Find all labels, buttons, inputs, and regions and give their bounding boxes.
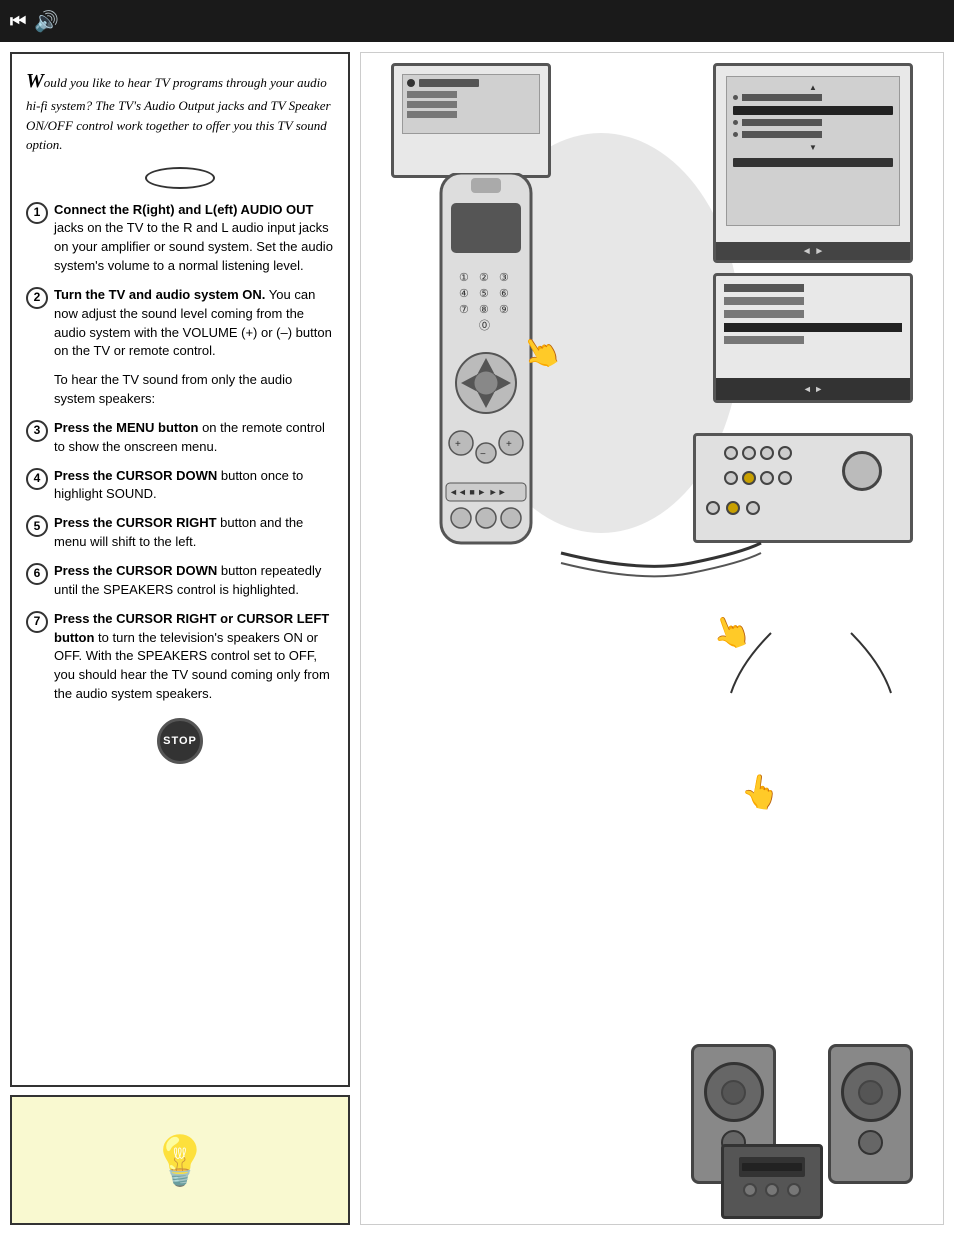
speaker-circle-left: [704, 1062, 764, 1122]
svg-text:②: ②: [479, 272, 489, 284]
speaker-tweeter-right: [858, 1130, 883, 1155]
svg-text:④: ④: [459, 288, 469, 300]
drop-cap: W: [26, 70, 44, 92]
menu-dot-2: [733, 120, 738, 125]
step-text-3: Press the MENU button on the remote cont…: [54, 419, 334, 457]
step-text-4: Press the CURSOR DOWN button once to hig…: [54, 467, 334, 505]
speaker-inner-left: [721, 1080, 746, 1105]
tip-box: 💡: [10, 1095, 350, 1225]
right-panel: ▲ ▼: [360, 52, 944, 1225]
tv-screen-1: [391, 63, 551, 178]
step-num-2: 2: [26, 287, 48, 309]
hand-indicator-3: 👆: [738, 770, 784, 814]
svg-text:③: ③: [499, 272, 509, 284]
step-num-6: 6: [26, 563, 48, 585]
menu-arrow-up: ▲: [733, 83, 893, 92]
header-bar: ⏮ 🔊: [0, 0, 954, 42]
step-num-3: 3: [26, 420, 48, 442]
av-receiver: [693, 433, 913, 543]
step-1: 1 Connect the R(ight) and L(eft) AUDIO O…: [26, 201, 334, 276]
step-body-7: to turn the television's speakers ON or …: [54, 630, 330, 702]
step-bold-3: Press the MENU button: [54, 420, 198, 435]
svg-text:⑤: ⑤: [479, 288, 489, 300]
step-num-7: 7: [26, 611, 48, 633]
tv-screen-3: ◄ ►: [713, 273, 913, 403]
step-text-7: Press the CURSOR RIGHT or CURSOR LEFT bu…: [54, 610, 334, 704]
step-text-2: Turn the TV and audio system ON. You can…: [54, 286, 334, 361]
step-6: 6 Press the CURSOR DOWN button repeatedl…: [26, 562, 334, 600]
tv-screen-2: ▲ ▼: [713, 63, 913, 263]
step-num-4: 4: [26, 468, 48, 490]
left-panel: Would you like to hear TV programs throu…: [10, 52, 350, 1225]
menu-dot-1: [733, 95, 738, 100]
svg-text:⑥: ⑥: [499, 288, 509, 300]
svg-text:⑦: ⑦: [459, 304, 469, 316]
step-5: 5 Press the CURSOR RIGHT button and the …: [26, 514, 334, 552]
intro-text: Would you like to hear TV programs throu…: [26, 66, 334, 155]
step-text-6: Press the CURSOR DOWN button repeatedly …: [54, 562, 334, 600]
tv-bottom-bar: ◄ ►: [716, 378, 910, 400]
svg-text:⓪: ⓪: [479, 319, 490, 332]
step-bold-2: Turn the TV and audio system ON.: [54, 287, 265, 302]
svg-text:+: +: [455, 439, 461, 450]
rewind-icon: ⏮: [10, 11, 26, 32]
instruction-box: Would you like to hear TV programs throu…: [10, 52, 350, 1087]
amp-knob-3: [787, 1183, 801, 1197]
step-num-5: 5: [26, 515, 48, 537]
menu-row-1: [733, 94, 893, 101]
svg-text:◄◄ ■ ► ►►: ◄◄ ■ ► ►►: [449, 487, 506, 497]
step-num-1: 1: [26, 202, 48, 224]
step-bold-5: Press the CURSOR RIGHT: [54, 515, 217, 530]
amplifier: [721, 1144, 823, 1219]
oval-button: [145, 167, 215, 189]
svg-text:①: ①: [459, 272, 469, 284]
menu-row-3: [733, 131, 893, 138]
hand-indicator-2: 👆: [706, 607, 756, 656]
svg-text:⑨: ⑨: [499, 304, 509, 316]
stop-button-area: STOP: [26, 718, 334, 764]
step-bold-1: Connect the R(ight) and L(eft) AUDIO OUT: [54, 202, 314, 217]
step-body-1: jacks on the TV to the R and L audio inp…: [54, 220, 333, 273]
svg-text:+: +: [506, 439, 512, 450]
amp-knob-2: [765, 1183, 779, 1197]
tv-screen-1-inner: [402, 74, 540, 134]
step-bold-4: Press the CURSOR DOWN: [54, 468, 217, 483]
step-4: 4 Press the CURSOR DOWN button once to h…: [26, 467, 334, 505]
step-3: 3 Press the MENU button on the remote co…: [26, 419, 334, 457]
amp-controls: [724, 1183, 820, 1197]
plain-text: To hear the TV sound from only the audio…: [54, 371, 334, 409]
intro-body: ould you like to hear TV programs throug…: [26, 75, 331, 152]
step-7: 7 Press the CURSOR RIGHT or CURSOR LEFT …: [26, 610, 334, 704]
stop-badge: STOP: [157, 718, 203, 764]
tv-screen-2-inner: ▲ ▼: [726, 76, 900, 226]
illustration: ▲ ▼: [360, 52, 944, 1225]
step-bold-6: Press the CURSOR DOWN: [54, 563, 217, 578]
lightbulb-icon: 💡: [150, 1132, 210, 1189]
header-icon: ⏮ 🔊: [10, 9, 59, 34]
menu-row-2: [733, 119, 893, 126]
speaker-icon: 🔊: [34, 9, 59, 34]
speaker-right: [828, 1044, 913, 1184]
menu-arrow-down: ▼: [733, 143, 893, 152]
step-text-1: Connect the R(ight) and L(eft) AUDIO OUT…: [54, 201, 334, 276]
main-content: Would you like to hear TV programs throu…: [0, 42, 954, 1235]
speaker-circle-right: [841, 1062, 901, 1122]
step-text-5: Press the CURSOR RIGHT button and the me…: [54, 514, 334, 552]
menu-dot-3: [733, 132, 738, 137]
speaker-inner-right: [858, 1080, 883, 1105]
amp-display: [739, 1157, 805, 1177]
step-2: 2 Turn the TV and audio system ON. You c…: [26, 286, 334, 361]
svg-text:−: −: [480, 449, 486, 460]
amp-knob-1: [743, 1183, 757, 1197]
svg-text:⑧: ⑧: [479, 304, 489, 316]
